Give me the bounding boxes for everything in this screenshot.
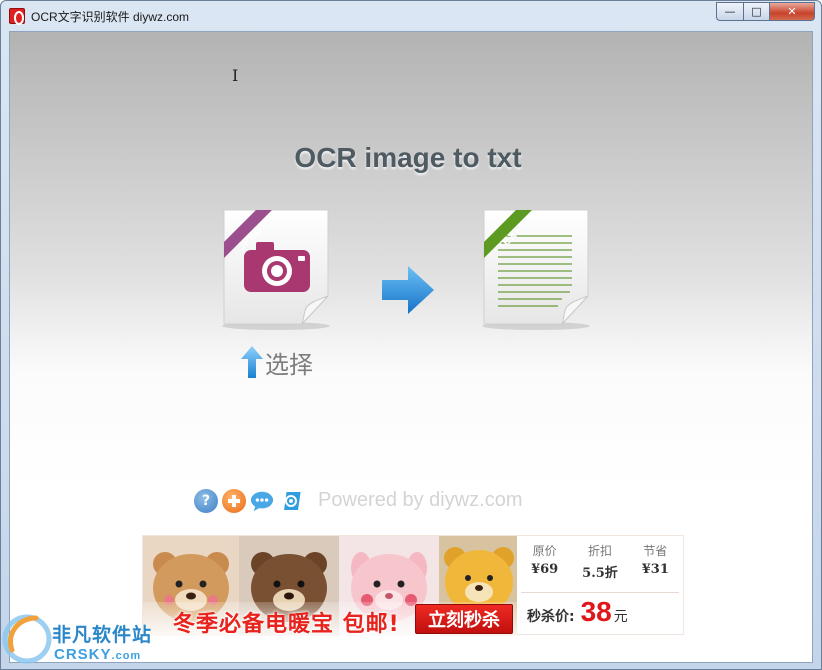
arrow-right-icon <box>382 264 436 320</box>
ad-price-info: 原价 ¥69 折扣 5.5折 节省 ¥31 秒杀价: 38 元 <box>517 536 683 636</box>
site-watermark: 非凡软件站 CRSKY.com <box>0 608 160 670</box>
title-bar[interactable]: OCR文字识别软件 diywz.com — □ ✕ <box>1 1 821 31</box>
discount-label: 折扣 <box>587 544 612 558</box>
sale-price: 秒杀价: 38 元 <box>527 596 628 628</box>
window-controls: — □ ✕ <box>716 2 815 21</box>
sale-price-label: 秒杀价: <box>527 609 575 625</box>
savings-label: 节省 <box>643 544 668 558</box>
select-label: 选择 <box>265 350 313 379</box>
text-document-icon: TEXT <box>482 208 590 332</box>
select-image-button[interactable]: 选择 <box>241 344 313 380</box>
app-window: OCR文字识别软件 diywz.com — □ ✕ I OCR image to… <box>0 0 822 670</box>
social-links: ? <box>194 489 302 513</box>
divider <box>521 592 679 593</box>
ad-slogan: 冬季必备电暖宝 包邮! <box>173 612 400 636</box>
discount-value: 5.5折 <box>582 566 618 581</box>
sale-price-value: 38 <box>580 596 612 627</box>
window-title: OCR文字识别软件 diywz.com <box>31 10 190 24</box>
watermark-en: CRSKY.com <box>54 646 141 663</box>
watermark-en-main: CRSKY <box>54 646 112 663</box>
jpeg-image-icon[interactable]: JPEG <box>222 208 330 332</box>
minimize-button[interactable]: — <box>716 2 743 21</box>
sale-price-unit: 元 <box>613 609 628 625</box>
close-button[interactable]: ✕ <box>769 2 815 21</box>
client-area: I OCR image to txt JPEG TEXT 选择 ? Powere… <box>9 31 813 663</box>
discount: 折扣 5.5折 <box>573 542 627 581</box>
text-cursor-icon: I <box>232 66 239 85</box>
page-title: OCR image to txt <box>294 142 522 173</box>
ad-slogan-bar: 冬季必备电暖宝 包邮! 立刻秒杀 <box>143 602 517 636</box>
buy-now-button[interactable]: 立刻秒杀 <box>415 604 513 634</box>
maximize-button[interactable]: □ <box>743 2 769 21</box>
savings-value: ¥31 <box>641 562 669 577</box>
powered-by-text[interactable]: Powered by diywz.com <box>318 489 523 512</box>
original-price-label: 原价 <box>532 544 557 558</box>
savings: 节省 ¥31 <box>628 542 682 581</box>
ad-banner[interactable]: 冬季必备电暖宝 包邮! 立刻秒杀 原价 ¥69 折扣 5.5折 节省 ¥31 秒… <box>142 535 684 636</box>
original-price: 原价 ¥69 <box>518 542 572 581</box>
help-icon[interactable]: ? <box>194 489 218 513</box>
watermark-en-suffix: .com <box>111 650 142 662</box>
chat-icon[interactable] <box>250 489 274 513</box>
watermark-cn: 非凡软件站 <box>52 624 153 646</box>
app-icon[interactable] <box>9 8 25 25</box>
original-price-value: ¥69 <box>531 562 559 577</box>
email-icon[interactable] <box>278 489 302 513</box>
plus-icon[interactable] <box>222 489 246 513</box>
upload-arrow-icon <box>241 346 263 378</box>
crsky-logo-icon <box>2 614 52 664</box>
ad-product-image: 冬季必备电暖宝 包邮! 立刻秒杀 <box>143 536 517 636</box>
